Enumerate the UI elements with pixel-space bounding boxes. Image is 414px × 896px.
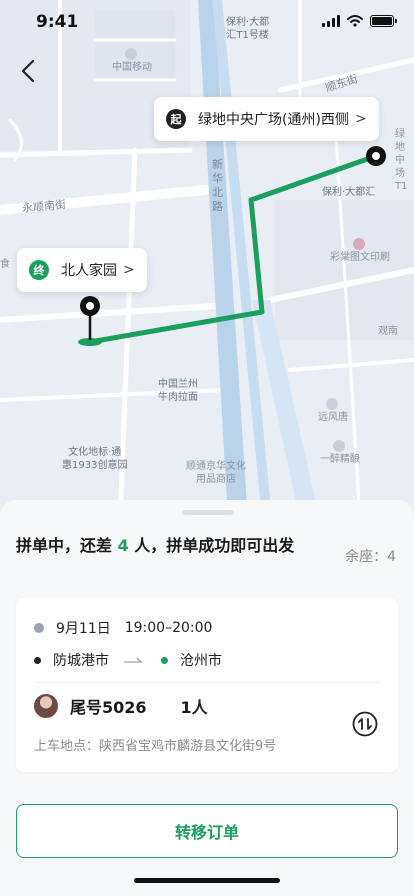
map-view[interactable]: 中国移动 保利·大都 汇T1号楼 顺东街 保利·大都汇 绿地中 场T1 新 华 … (0, 0, 414, 520)
trip-route-row: 防城港市 沧州市 (34, 650, 222, 670)
signal-icon (322, 15, 340, 27)
end-location-callout[interactable]: 终 北人家园 > (17, 248, 147, 292)
origin-dot (34, 656, 41, 664)
carpool-status-headline: 拼单中，还差 4 人，拼单成功即可出发 (16, 534, 316, 557)
poi-label: 远风唐 (318, 412, 348, 423)
start-location-callout[interactable]: 起 绿地中央广场(通州)西侧 > (154, 97, 379, 141)
poi-label: 彩棠图文印刷 (330, 252, 390, 263)
status-icons (322, 15, 397, 27)
pickup-row: 上车地点：陕西省宝鸡市麟游县文化街9号 (34, 735, 276, 754)
battery-icon (370, 15, 397, 27)
poi-right-edge[interactable]: 绿地中 场T1 (395, 128, 414, 193)
status-time: 9:41 (36, 12, 79, 32)
start-badge: 起 (166, 109, 186, 129)
order-sheet: 拼单中，还差 4 人，拼单成功即可出发 余座：4 9月11日 19:00–20:… (0, 500, 414, 896)
chevron-left-icon[interactable] (16, 58, 42, 84)
origin-city: 防城港市 (53, 653, 109, 669)
route-arrow-icon (124, 657, 143, 663)
poi-mobile[interactable]: 中国移动 (112, 48, 152, 74)
transfer-icon[interactable] (352, 711, 378, 737)
status-bar: 9:41 (0, 0, 414, 44)
poi-icon (332, 440, 345, 452)
card-divider (34, 682, 380, 683)
poi-icon (352, 238, 365, 250)
pickup-address: 陕西省宝鸡市麟游县文化街9号 (99, 739, 277, 754)
destination-dot (161, 656, 168, 664)
end-location-label: 北人家园 (61, 263, 117, 279)
poi-shunjing[interactable]: 顺通京华文化 用品商店 (186, 460, 246, 486)
home-indicator (134, 878, 280, 883)
poi-yizuijing[interactable]: 一醉精酿 (320, 440, 360, 466)
poi-lanzhou-noodle[interactable]: 中国兰州 牛肉拉面 (158, 378, 198, 404)
poi-icon (325, 398, 338, 410)
start-location-label: 绿地中央广场(通州)西侧 (198, 112, 349, 128)
poi-yuanfeng[interactable]: 远风唐 (318, 398, 348, 424)
passenger-row: 尾号5026 1人 (34, 694, 208, 718)
poi-baoli-duhui[interactable]: 保利·大都汇 (322, 186, 375, 199)
wifi-icon (347, 15, 363, 27)
headline-count: 4 (117, 536, 129, 555)
avatar (34, 694, 58, 718)
clock-icon (34, 623, 44, 633)
trip-time-range: 19:00–20:00 (124, 620, 213, 636)
passenger-phone-tail: 尾号5026 (70, 698, 147, 717)
passenger-count: 1人 (180, 698, 208, 717)
poi-icon (124, 48, 137, 60)
trip-time-row: 9月11日 19:00–20:00 (34, 618, 212, 638)
order-card[interactable]: 9月11日 19:00–20:00 防城港市 沧州市 尾号5026 1人 上车地… (16, 598, 398, 772)
poi-caitang[interactable]: 彩棠图文印刷 (330, 238, 390, 264)
poi-label: 中国移动 (112, 62, 152, 73)
end-badge: 终 (29, 260, 49, 280)
poi-wenhua-1933[interactable]: 文化地标·通 惠1933创意园 (62, 446, 127, 472)
poi-side-food: 食 (0, 259, 10, 270)
remaining-seats: 余座：4 (345, 549, 396, 565)
sheet-handle[interactable] (182, 510, 234, 515)
poi-guannan[interactable]: 观南 (378, 325, 398, 338)
chevron-right-icon: > (354, 111, 367, 127)
transfer-order-button[interactable]: 转移订单 (16, 804, 398, 858)
destination-city: 沧州市 (180, 653, 222, 669)
road-label-xinhua: 新 华 北 路 (212, 158, 223, 213)
pickup-label: 上车地点： (34, 739, 100, 754)
trip-date: 9月11日 (56, 621, 111, 637)
poi-label: 一醉精酿 (320, 454, 360, 465)
headline-suffix: 人，拼单成功即可出发 (128, 536, 295, 555)
chevron-right-icon: > (123, 262, 135, 278)
headline-prefix: 拼单中，还差 (16, 536, 118, 555)
